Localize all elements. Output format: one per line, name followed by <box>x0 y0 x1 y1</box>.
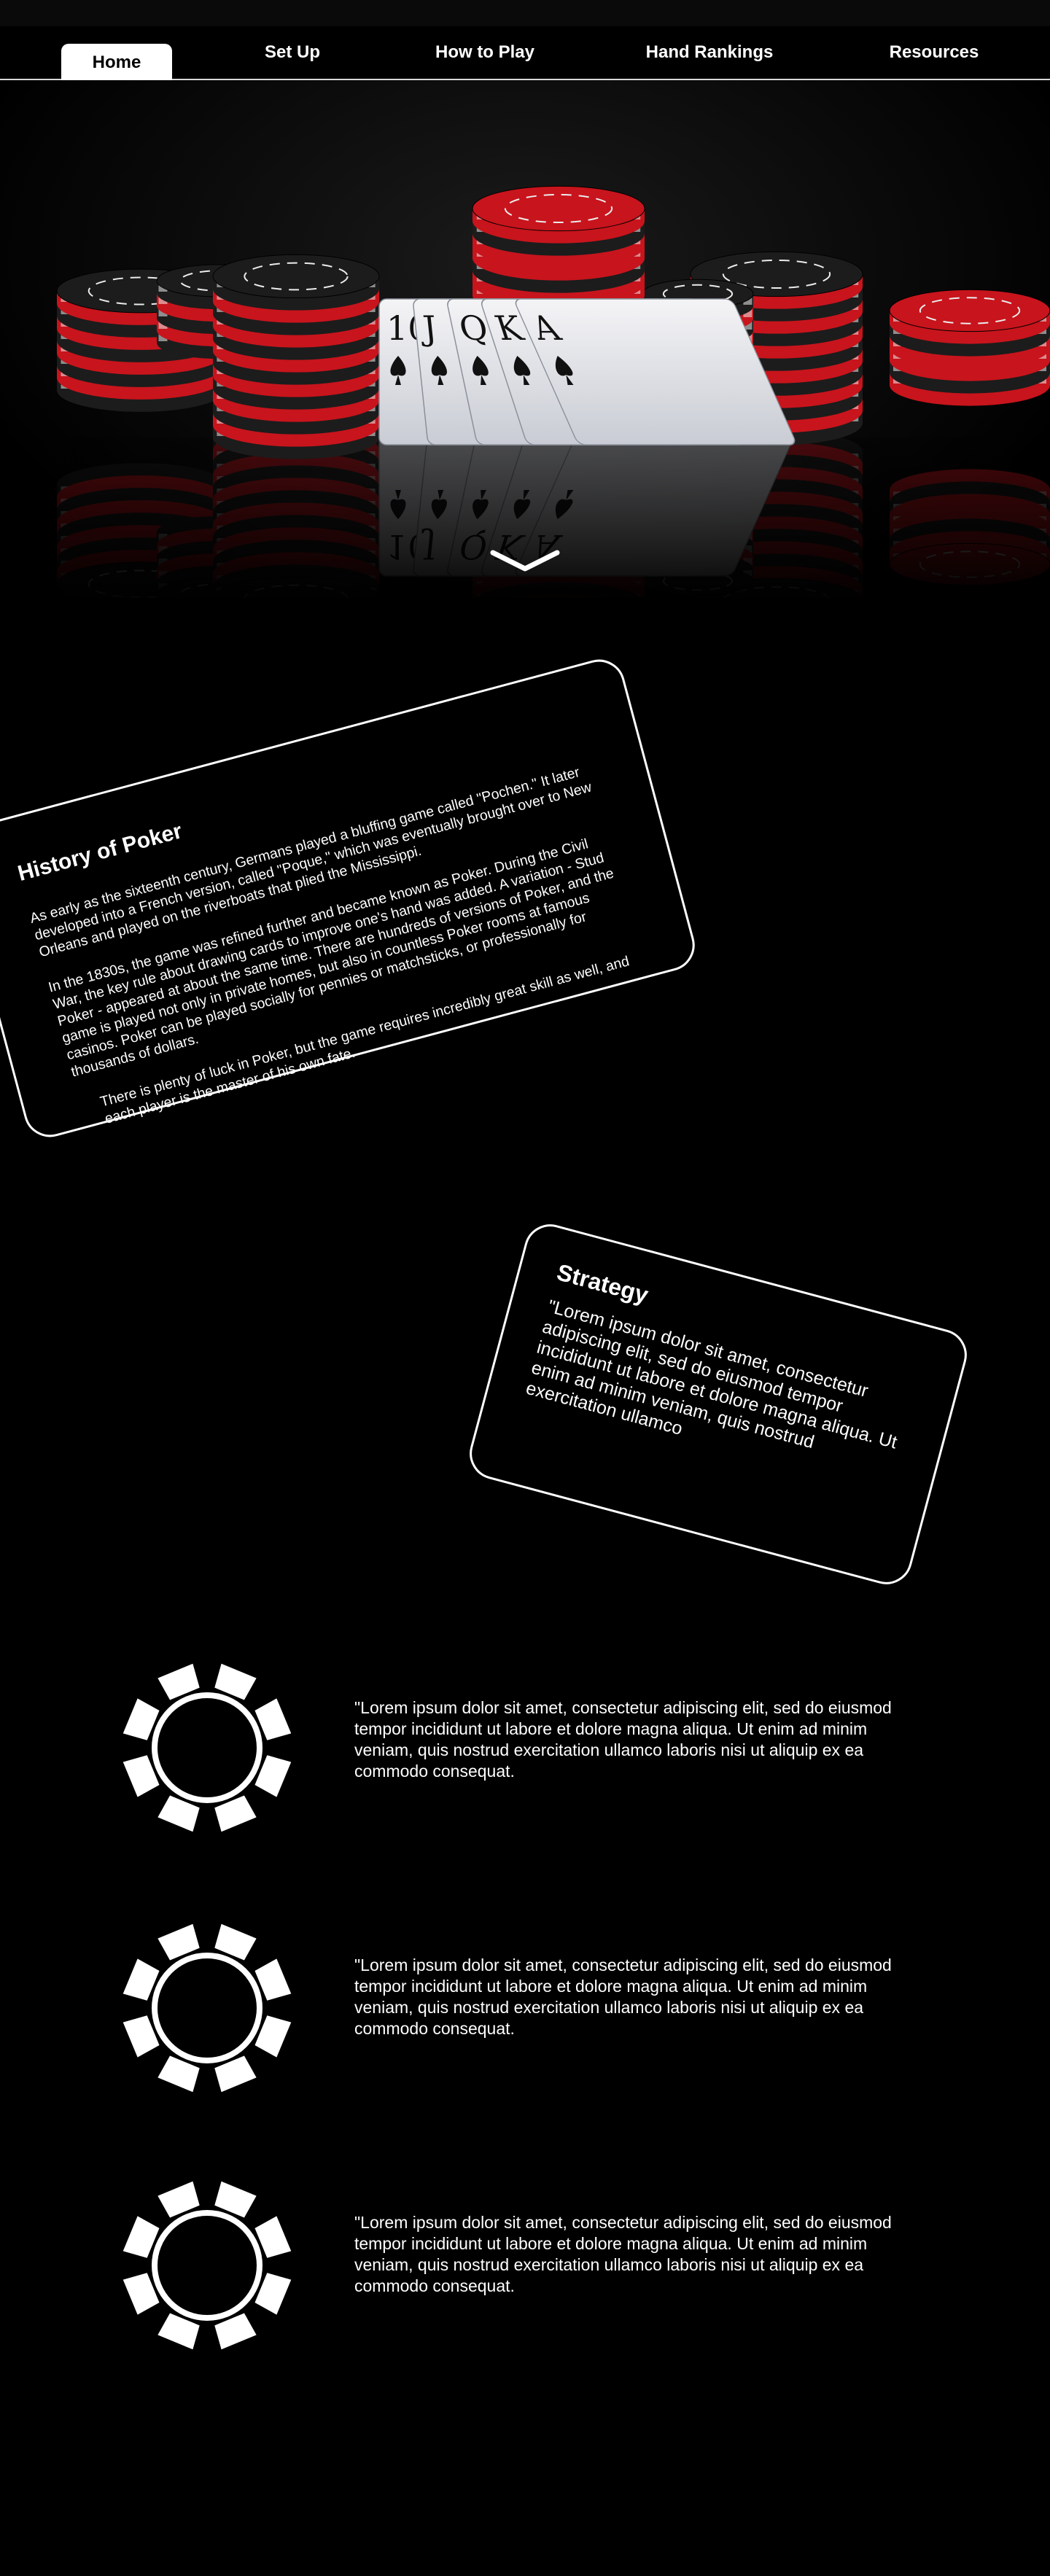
feature-text-2: "Lorem ipsum dolor sit amet, consectetur… <box>354 1956 892 2038</box>
strategy-card: Strategy "Lorem ipsum dolor sit amet, co… <box>464 1218 973 1590</box>
feature-text-3: "Lorem ipsum dolor sit amet, consectetur… <box>354 2213 892 2295</box>
nav-setup-tab[interactable]: Set Up <box>239 42 346 63</box>
nav-resources-tab[interactable]: Resources <box>871 42 998 63</box>
poker-chip-icon <box>122 1923 292 2093</box>
feature-text-1: "Lorem ipsum dolor sit amet, consectetur… <box>354 1698 892 1781</box>
hero-banner: 10JQKA 10JQKA <box>0 80 1050 598</box>
top-strip <box>0 0 1050 28</box>
nav-hand-rankings-tab[interactable]: Hand Rankings <box>629 42 790 63</box>
nav-home-tab[interactable]: Home <box>61 44 172 82</box>
poker-chips-and-cards-image: 10JQKA 10JQKA <box>0 185 1050 598</box>
main-nav: Home Set Up How to Play Hand Rankings Re… <box>0 26 1050 82</box>
history-card: History of Poker As early as the sixteen… <box>0 653 701 1143</box>
poker-chip-icon <box>122 1663 292 1832</box>
nav-how-to-play-tab[interactable]: How to Play <box>414 42 556 63</box>
poker-chip-icon <box>122 2181 292 2350</box>
